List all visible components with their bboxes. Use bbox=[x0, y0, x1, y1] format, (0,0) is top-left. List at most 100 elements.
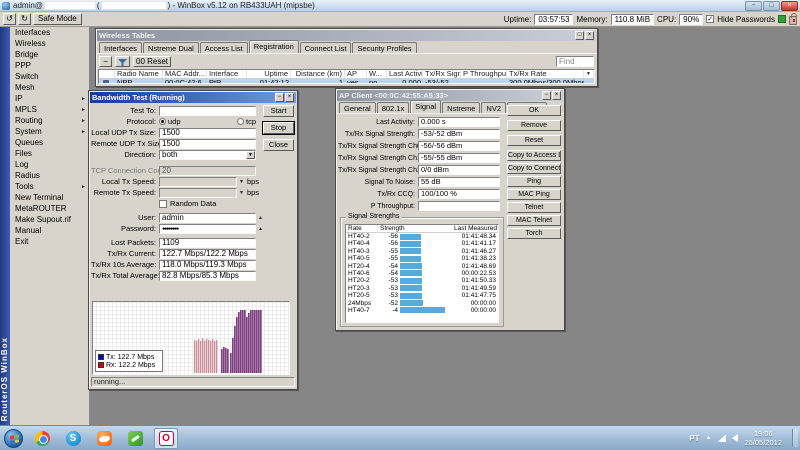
sidebar-item-mesh[interactable]: Mesh bbox=[10, 82, 89, 93]
column-chooser-icon[interactable]: ▼ bbox=[584, 70, 594, 78]
direction-select[interactable]: both ▼ bbox=[159, 149, 256, 160]
hide-passwords-checkbox[interactable]: ✓ bbox=[706, 15, 715, 23]
minimize-icon[interactable]: − bbox=[275, 93, 284, 102]
radio-tcp[interactable]: tcp bbox=[236, 117, 256, 126]
stop-button[interactable]: Stop bbox=[262, 121, 295, 135]
signal-row-ht40-7[interactable]: HT40-7 -4 00:00:00 bbox=[346, 307, 498, 314]
tab-nstreme-dual[interactable]: Nstreme Dual bbox=[142, 42, 199, 53]
sidebar-item-system[interactable]: System ► bbox=[10, 126, 89, 137]
sidebar-item-log[interactable]: Log bbox=[10, 159, 89, 170]
torch-button[interactable]: Torch bbox=[507, 228, 561, 239]
signal-row-ht40-2[interactable]: HT40-2 -56 01:41:48.34 bbox=[346, 233, 498, 240]
signal-row-ht20-5[interactable]: HT20-5 -53 01:41:47.75 bbox=[346, 292, 498, 299]
undo-button[interactable]: ↺ bbox=[3, 13, 16, 25]
column-interface[interactable]: Interface bbox=[207, 70, 247, 78]
local-udp-tx-size-field[interactable]: 1500 bbox=[159, 127, 256, 138]
remote-udp-tx-size-field[interactable]: 1500 bbox=[159, 138, 256, 149]
remove-button[interactable]: Remove bbox=[507, 120, 561, 131]
column-mac-addr[interactable]: MAC Addr... bbox=[163, 70, 207, 78]
start-button[interactable] bbox=[4, 428, 23, 448]
find-input[interactable]: Find bbox=[556, 55, 594, 67]
tab-signal[interactable]: Signal bbox=[410, 100, 442, 113]
taskbar-item-chrome[interactable] bbox=[30, 428, 54, 449]
column-radio-name[interactable]: Radio Name bbox=[115, 70, 163, 78]
close-icon[interactable]: × bbox=[285, 93, 294, 102]
tab-access-list[interactable]: Access List bbox=[199, 42, 248, 53]
sidebar-item-manual[interactable]: Manual bbox=[10, 225, 89, 236]
wireless-tables-titlebar[interactable]: Wireless Tables □ × bbox=[97, 30, 596, 41]
minimize-button[interactable]: − bbox=[745, 0, 762, 11]
random-data-checkbox[interactable]: Random Data bbox=[159, 199, 216, 208]
taskbar-item-skype[interactable]: S bbox=[61, 428, 85, 449]
tab-interfaces[interactable]: Interfaces bbox=[99, 42, 142, 53]
column-rate[interactable]: Rate bbox=[346, 225, 378, 233]
taskbar-item-green-app[interactable] bbox=[123, 428, 147, 449]
network-icon[interactable] bbox=[717, 434, 727, 442]
close-icon[interactable]: × bbox=[585, 31, 594, 40]
sidebar-item-tools[interactable]: Tools ► bbox=[10, 181, 89, 192]
column-tx-rx-rate[interactable]: Tx/Rx Rate bbox=[507, 70, 584, 78]
taskbar-item-mail[interactable] bbox=[92, 428, 116, 449]
column-last-activit[interactable]: Last Activit... bbox=[387, 70, 423, 78]
radio-udp[interactable]: udp bbox=[159, 117, 181, 126]
column-distance-km[interactable]: Distance (km) bbox=[291, 70, 345, 78]
signal-row-ht40-6[interactable]: HT40-6 -54 00:00:22.53 bbox=[346, 270, 498, 277]
tab-nstreme[interactable]: Nstreme bbox=[442, 102, 481, 113]
sidebar-item-metarouter[interactable]: MetaROUTER bbox=[10, 203, 89, 214]
signal-row-ht40-3[interactable]: HT40-3 -55 01:41:46.27 bbox=[346, 248, 498, 255]
remove-entry-button[interactable]: − bbox=[99, 55, 112, 67]
tab-802-1x[interactable]: 802.1x bbox=[376, 102, 410, 113]
sidebar-item-interfaces[interactable]: Interfaces bbox=[10, 27, 89, 38]
mac-telnet-button[interactable]: MAC Telnet bbox=[507, 215, 561, 226]
test-to-field[interactable] bbox=[159, 105, 256, 116]
signal-row-ht40-4[interactable]: HT40-4 -56 01:41:41.17 bbox=[346, 240, 498, 247]
column-w[interactable]: W... bbox=[367, 70, 387, 78]
password-field[interactable]: ●●●●●●●● bbox=[159, 223, 256, 234]
tab-security-profiles[interactable]: Security Profiles bbox=[352, 42, 417, 53]
sidebar-item-wireless[interactable]: Wireless bbox=[10, 38, 89, 49]
redo-button[interactable]: ↻ bbox=[18, 13, 31, 25]
tab-general[interactable]: General bbox=[339, 102, 376, 113]
start-button[interactable]: Start bbox=[263, 105, 294, 117]
sidebar-item-make-supout-rif[interactable]: Make Supout.rif bbox=[10, 214, 89, 225]
sidebar-item-switch[interactable]: Switch bbox=[10, 71, 89, 82]
reset-button[interactable]: Reset bbox=[507, 135, 561, 146]
sidebar-item-mpls[interactable]: MPLS ► bbox=[10, 104, 89, 115]
reset-button[interactable]: 00 Reset bbox=[133, 55, 172, 67]
show-desktop-button[interactable] bbox=[792, 429, 798, 447]
clock[interactable]: 19:06 26/05/2012 bbox=[744, 429, 782, 447]
signal-row-ht20-2[interactable]: HT20-2 -53 01:41:50.33 bbox=[346, 277, 498, 284]
signal-row-ht20-4[interactable]: HT20-4 -54 01:41:48.69 bbox=[346, 263, 498, 270]
signal-row-ht40-5[interactable]: HT40-5 -55 01:41:38.23 bbox=[346, 255, 498, 262]
close-icon[interactable]: × bbox=[552, 91, 561, 100]
copy-to-connect-list-button[interactable]: Copy to Connect List bbox=[507, 163, 561, 174]
column-tx-rx-signal[interactable]: Tx/Rx Signal ... bbox=[423, 70, 461, 78]
sidebar-item-queues[interactable]: Queues bbox=[10, 137, 89, 148]
ok-button[interactable]: OK bbox=[507, 105, 561, 116]
telnet-button[interactable]: Telnet bbox=[507, 202, 561, 213]
column-uptime[interactable]: Uptime bbox=[247, 70, 291, 78]
signal-row-ht20-3[interactable]: HT20-3 -53 01:41:49.59 bbox=[346, 285, 498, 292]
maximize-button[interactable]: □ bbox=[763, 0, 780, 11]
sidebar-item-radius[interactable]: Radius bbox=[10, 170, 89, 181]
sidebar-item-bridge[interactable]: Bridge bbox=[10, 49, 89, 60]
filter-button[interactable] bbox=[115, 55, 130, 67]
dropdown-icon[interactable]: ▼ bbox=[246, 150, 255, 159]
tab-nv2[interactable]: NV2 bbox=[481, 102, 507, 113]
bandwidth-test-titlebar[interactable]: Bandwidth Test (Running) − × bbox=[90, 92, 296, 103]
column-ap[interactable]: AP bbox=[345, 70, 367, 78]
sidebar-item-files[interactable]: Files bbox=[10, 148, 89, 159]
user-field[interactable]: admin bbox=[159, 212, 256, 223]
minimize-icon[interactable]: − bbox=[542, 91, 551, 100]
copy-to-access-list-button[interactable]: Copy to Access List bbox=[507, 150, 561, 161]
tab-connect-list[interactable]: Connect List bbox=[299, 42, 352, 53]
language-indicator[interactable]: PT bbox=[689, 434, 699, 443]
sidebar-item-ppp[interactable]: PPP bbox=[10, 60, 89, 71]
taskbar-item-active-app[interactable]: O bbox=[154, 427, 178, 449]
ap-client-titlebar[interactable]: AP Client <00:0C:42:55:A5:33> − × bbox=[337, 90, 563, 101]
registration-table-row[interactable]: NPP 00:0C:42:6... PtP 01:42:12 1 yes no 0.000 -5… bbox=[99, 79, 594, 83]
restore-button[interactable]: □ bbox=[575, 31, 584, 40]
ping-button[interactable]: Ping bbox=[507, 176, 561, 187]
sidebar-item-ip[interactable]: IP ► bbox=[10, 93, 89, 104]
signal-row-24mbps[interactable]: 24Mbps -52 00:00:00 bbox=[346, 300, 498, 307]
